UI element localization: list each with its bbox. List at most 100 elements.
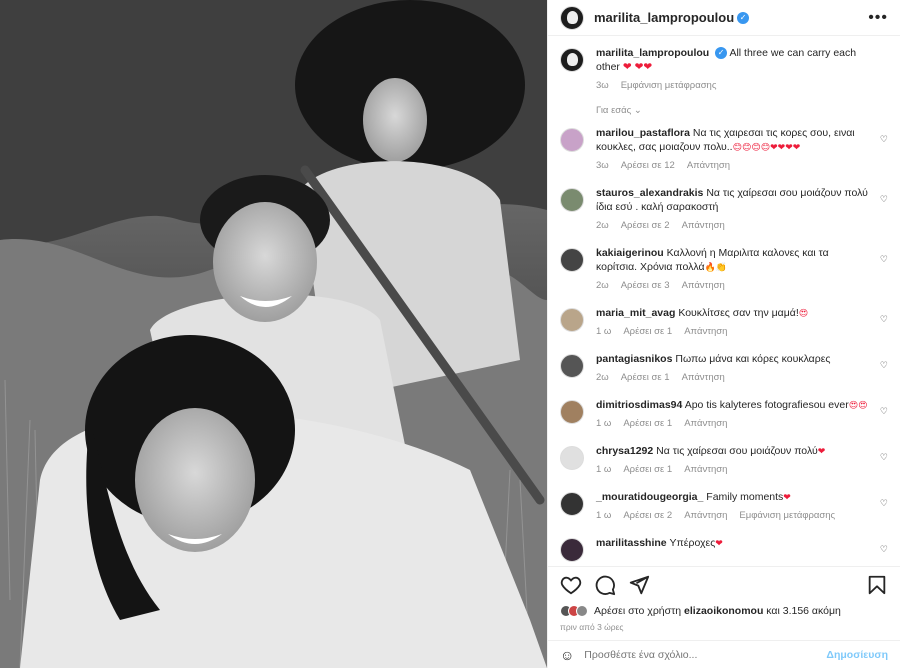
- comment-age: 1 ω: [596, 510, 612, 521]
- commenter-avatar[interactable]: [560, 248, 584, 272]
- commenter-username[interactable]: marilou_pastaflora: [596, 127, 690, 139]
- reply-link[interactable]: Απάντηση: [682, 220, 725, 231]
- commenter-username[interactable]: _mouratidougeorgia_: [596, 491, 703, 503]
- likes-prefix: Αρέσει στο χρήστη: [594, 605, 682, 617]
- liker-avatar: [576, 605, 588, 617]
- comment-row: pantagiasnikos Πωπω μάνα και κόρες κουκλ…: [560, 352, 888, 383]
- comment-row: kakiaigerinou Καλλονή η Μαριλιτα καλονες…: [560, 246, 888, 291]
- comment-emoji: 😍: [798, 308, 809, 318]
- likes-summary: Αρέσει στο χρήστη elizaoikonomou και 3.1…: [548, 602, 900, 620]
- comment-likes[interactable]: Αρέσει σε 3: [621, 280, 670, 291]
- bw-family-photo: [0, 0, 547, 668]
- comment-icon[interactable]: [594, 574, 616, 596]
- comment-text: Family moments: [706, 491, 784, 503]
- comment-likes[interactable]: Αρέσει σε 1: [621, 372, 670, 383]
- comment-row: _mouratidougeorgia_ Family moments❤ 1 ω Αρ…: [560, 490, 888, 521]
- comment-like-heart-icon[interactable]: ♡: [880, 134, 888, 145]
- comment-likes[interactable]: Αρέσει σε 1: [623, 464, 672, 475]
- translate-link[interactable]: Εμφάνιση μετάφρασης: [621, 80, 717, 91]
- comment-age: 2ω: [596, 220, 609, 231]
- commenter-avatar[interactable]: [560, 128, 584, 152]
- comment-likes[interactable]: Αρέσει σε 2: [623, 510, 672, 521]
- emoji-icon[interactable]: ☺: [560, 647, 574, 663]
- comment-text: Κουκλίτσες σαν την μαμά!: [678, 307, 799, 319]
- reply-link[interactable]: Απάντηση: [684, 326, 727, 337]
- comment-likes[interactable]: Αρέσει σε 2: [621, 220, 670, 231]
- reply-link[interactable]: Απάντηση: [684, 510, 727, 521]
- comment-age: 2ω: [596, 280, 609, 291]
- commenter-avatar[interactable]: [560, 188, 584, 212]
- verified-icon: ✓: [715, 47, 728, 60]
- share-icon[interactable]: [628, 574, 650, 596]
- for-you-filter[interactable]: Για εσάς ⌄: [596, 105, 888, 116]
- comment-emoji: ❤: [817, 446, 826, 456]
- comment-like-heart-icon[interactable]: ♡: [880, 194, 888, 205]
- reply-link[interactable]: Απάντηση: [684, 418, 727, 429]
- reply-link[interactable]: Απάντηση: [682, 372, 725, 383]
- commenter-avatar[interactable]: [560, 492, 584, 516]
- caption-hearts: ❤ ❤❤: [622, 61, 653, 73]
- caption-username[interactable]: marilita_lampropoulou: [596, 47, 709, 59]
- comment-row: chrysa1292 Να τις χαίρεσαι σου μοιάζουν …: [560, 444, 888, 475]
- comment-likes[interactable]: Αρέσει σε 12: [621, 160, 675, 171]
- commenter-username[interactable]: kakiaigerinou: [596, 247, 664, 259]
- post-time[interactable]: πριν από 3 ώρες: [548, 620, 900, 634]
- comment-age: 1 ω: [596, 418, 612, 429]
- commenter-avatar[interactable]: [560, 446, 584, 470]
- comment-emoji: ❤: [715, 538, 723, 548]
- post-photo[interactable]: [0, 0, 547, 668]
- comment-likes[interactable]: Αρέσει σε 1: [623, 326, 672, 337]
- translate-link[interactable]: Εμφάνιση μετάφρασης: [739, 510, 835, 521]
- likes-user[interactable]: elizaoikonomou: [684, 605, 763, 617]
- comment-row: stauros_alexandrakis Να τις χαίρεσαι σου…: [560, 186, 888, 231]
- save-icon[interactable]: [866, 574, 888, 596]
- commenter-username[interactable]: marilitasshine: [596, 537, 667, 549]
- more-icon[interactable]: •••: [868, 9, 888, 27]
- comment-like-heart-icon[interactable]: ♡: [880, 544, 888, 555]
- comment-like-heart-icon[interactable]: ♡: [880, 406, 888, 417]
- comment-text: Apo tis kalyteres fotografiesou ever: [684, 399, 849, 411]
- comment-like-heart-icon[interactable]: ♡: [880, 360, 888, 371]
- commenter-avatar[interactable]: [560, 538, 584, 562]
- comment-text: Πωπω μάνα και κόρες κουκλαρες: [675, 353, 831, 365]
- commenter-username[interactable]: stauros_alexandrakis: [596, 187, 703, 199]
- author-avatar[interactable]: [560, 5, 584, 30]
- reply-link[interactable]: Απάντηση: [682, 280, 725, 291]
- add-comment-bar: ☺ Δημοσίευση: [548, 640, 900, 668]
- comments-list[interactable]: marilita_lampropoulou ✓ All three we can…: [548, 36, 900, 566]
- heart-icon[interactable]: [560, 574, 582, 596]
- author-avatar[interactable]: [560, 48, 584, 72]
- commenter-username[interactable]: chrysa1292: [596, 445, 653, 457]
- comment-like-heart-icon[interactable]: ♡: [880, 498, 888, 509]
- comment-emoji: 😍😍: [848, 400, 868, 410]
- post-side-panel: marilita_lampropoulou ✓ ••• marilita_lam…: [547, 0, 900, 668]
- comment-row: dimitriosdimas94 Apo tis kalyteres fotog…: [560, 398, 888, 429]
- comment-like-heart-icon[interactable]: ♡: [880, 452, 888, 463]
- comment-row: marilitasshine Υπέροχες❤ ♡: [560, 536, 888, 562]
- comment-row: marilou_pastaflora Να τις χαιρεσαι τις κ…: [560, 126, 888, 171]
- verified-icon: ✓: [737, 11, 750, 24]
- comment-likes[interactable]: Αρέσει σε 1: [623, 418, 672, 429]
- action-bar: [548, 566, 900, 602]
- for-you-label: Για εσάς: [596, 105, 632, 116]
- comment-text: Να τις χαίρεσαι σου μοιάζουν πολύ: [656, 445, 818, 457]
- commenter-avatar[interactable]: [560, 308, 584, 332]
- comment-input[interactable]: [584, 648, 827, 661]
- comment-emoji: ❤: [783, 492, 791, 502]
- likes-count[interactable]: και 3.156 ακόμη: [766, 605, 841, 617]
- comment-age: 1 ω: [596, 464, 612, 475]
- comment-age: 2ω: [596, 372, 609, 383]
- commenter-username[interactable]: dimitriosdimas94: [596, 399, 682, 411]
- author-username[interactable]: marilita_lampropoulou: [594, 10, 734, 25]
- commenter-username[interactable]: pantagiasnikos: [596, 353, 672, 365]
- comment-like-heart-icon[interactable]: ♡: [880, 314, 888, 325]
- commenter-avatar[interactable]: [560, 400, 584, 424]
- post-comment-button[interactable]: Δημοσίευση: [826, 649, 888, 661]
- commenter-username[interactable]: maria_mit_avag: [596, 307, 675, 319]
- reply-link[interactable]: Απάντηση: [687, 160, 730, 171]
- commenter-avatar[interactable]: [560, 354, 584, 378]
- comment-emoji: 🔥👏: [704, 262, 727, 272]
- comment-like-heart-icon[interactable]: ♡: [880, 254, 888, 265]
- instagram-post-modal: marilita_lampropoulou ✓ ••• marilita_lam…: [0, 0, 900, 668]
- reply-link[interactable]: Απάντηση: [684, 464, 727, 475]
